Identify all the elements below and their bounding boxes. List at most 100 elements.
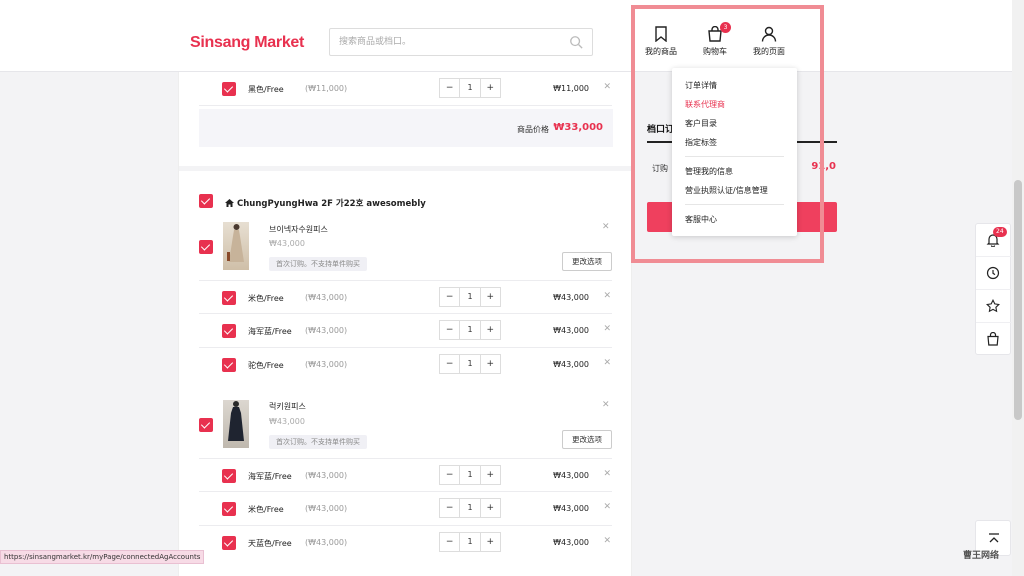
product-thumbnail[interactable] bbox=[223, 400, 249, 448]
product-title[interactable]: 브이넥자수원피스 bbox=[269, 224, 328, 235]
summary-total: 91,0 bbox=[811, 161, 836, 172]
my-page-dropdown: 订单详情 联系代理商 客户目录 指定标签 管理我的信息 营业执照认证/信息管理 … bbox=[672, 68, 797, 236]
dress-image bbox=[228, 401, 244, 441]
menu-item-customer-list[interactable]: 客户目录 bbox=[685, 118, 717, 129]
option-line-price: ₩11,000 bbox=[553, 84, 589, 93]
dress-image bbox=[227, 224, 244, 262]
menu-item-contact-agent[interactable]: 联系代理商 bbox=[685, 99, 725, 110]
close-icon[interactable]: ✕ bbox=[603, 291, 611, 301]
close-icon[interactable]: ✕ bbox=[603, 82, 611, 92]
product-checkbox[interactable] bbox=[199, 418, 213, 432]
minus-button[interactable]: − bbox=[440, 288, 459, 306]
menu-item-business-license[interactable]: 营业执照认证/信息管理 bbox=[685, 185, 768, 196]
option-name: 天蓝色/Free bbox=[248, 539, 292, 548]
plus-button[interactable]: + bbox=[481, 79, 500, 97]
subtotal-box: 商品价格 ₩33,000 bbox=[199, 109, 613, 147]
recent-history-button[interactable] bbox=[976, 257, 1012, 290]
menu-item-customer-service[interactable]: 客服中心 bbox=[685, 214, 717, 225]
page-scrollbar[interactable] bbox=[1012, 0, 1024, 576]
search-icon[interactable] bbox=[569, 35, 583, 49]
home-icon bbox=[225, 199, 234, 207]
nav-cart-label: 购物车 bbox=[703, 47, 727, 56]
quantity-stepper: −1 + bbox=[439, 465, 501, 485]
quantity-value[interactable]: 1 bbox=[459, 466, 481, 484]
option-line-price: ₩43,000 bbox=[553, 293, 589, 302]
option-checkbox[interactable] bbox=[222, 502, 236, 516]
menu-item-order-details[interactable]: 订单详情 bbox=[685, 80, 717, 91]
clock-icon bbox=[986, 266, 1000, 280]
change-option-button[interactable]: 更改选项 bbox=[562, 430, 612, 449]
option-checkbox[interactable] bbox=[222, 291, 236, 305]
minus-button[interactable]: − bbox=[440, 533, 459, 551]
option-line-price: ₩43,000 bbox=[553, 471, 589, 480]
plus-button[interactable]: + bbox=[481, 466, 500, 484]
search-box bbox=[329, 28, 593, 56]
sinsang-market-logo[interactable]: Sinsang Market bbox=[190, 34, 304, 52]
option-unit-price: (₩43,000) bbox=[305, 471, 348, 480]
cart-panel: 黑色/Free (₩11,000) − 1 + ₩11,000 ✕ 商品价格 ₩… bbox=[178, 72, 633, 576]
quantity-value[interactable]: 1 bbox=[459, 499, 481, 517]
option-name: 海军蓝/Free bbox=[248, 472, 292, 481]
minus-button[interactable]: − bbox=[440, 499, 459, 517]
menu-item-tags[interactable]: 指定标签 bbox=[685, 137, 717, 148]
watermark: 曹王网络 bbox=[963, 551, 1000, 561]
product-thumbnail[interactable] bbox=[223, 222, 249, 270]
option-checkbox[interactable] bbox=[222, 324, 236, 338]
quantity-value[interactable]: 1 bbox=[459, 355, 481, 373]
shopping-bag-button[interactable] bbox=[976, 323, 1012, 356]
store-name-line: ChungPyungHwa 2F 가22호 awesomebly bbox=[225, 197, 426, 209]
notifications-button[interactable]: 24 bbox=[976, 224, 1012, 257]
nav-cart[interactable]: 3 购物车 bbox=[690, 22, 740, 57]
top-header: Sinsang Market 我的商品 3 购物车 我的页面 bbox=[0, 0, 1012, 72]
plus-button[interactable]: + bbox=[481, 533, 500, 551]
quantity-value[interactable]: 1 bbox=[459, 288, 481, 306]
close-icon[interactable]: ✕ bbox=[603, 469, 611, 479]
product-checkbox[interactable] bbox=[199, 240, 213, 254]
option-checkbox[interactable] bbox=[222, 82, 236, 96]
option-checkbox[interactable] bbox=[222, 536, 236, 550]
store-checkbox[interactable] bbox=[199, 194, 213, 208]
close-icon[interactable]: ✕ bbox=[602, 222, 610, 232]
option-line-price: ₩43,000 bbox=[553, 360, 589, 369]
quantity-stepper: − 1 + bbox=[439, 78, 501, 98]
product-notice-tag: 首次订购。不支持单件购买 bbox=[269, 435, 367, 449]
close-icon[interactable]: ✕ bbox=[603, 358, 611, 368]
nav-my-products-label: 我的商品 bbox=[645, 47, 677, 56]
user-icon bbox=[761, 26, 777, 42]
minus-button[interactable]: − bbox=[440, 321, 459, 339]
close-icon[interactable]: ✕ bbox=[603, 502, 611, 512]
minus-button[interactable]: − bbox=[440, 355, 459, 373]
quantity-value[interactable]: 1 bbox=[459, 79, 481, 97]
product-price: ₩43,000 bbox=[269, 417, 305, 426]
close-icon[interactable]: ✕ bbox=[602, 400, 610, 410]
nav-my-page[interactable]: 我的页面 bbox=[744, 26, 794, 57]
close-icon[interactable]: ✕ bbox=[603, 536, 611, 546]
product-notice-tag: 首次订购。不支持单件购买 bbox=[269, 257, 367, 271]
plus-button[interactable]: + bbox=[481, 499, 500, 517]
option-line-price: ₩43,000 bbox=[553, 538, 589, 547]
option-unit-price: (₩43,000) bbox=[305, 293, 348, 302]
quantity-stepper: −1 + bbox=[439, 354, 501, 374]
product-title[interactable]: 럭키원피스 bbox=[269, 401, 306, 412]
change-option-button[interactable]: 更改选项 bbox=[562, 252, 612, 271]
option-name: 驼色/Free bbox=[248, 361, 284, 370]
option-checkbox[interactable] bbox=[222, 469, 236, 483]
plus-button[interactable]: + bbox=[481, 321, 500, 339]
cart-option-row: 海军蓝/Free (₩43,000) −1 + ₩43,000 ✕ bbox=[199, 314, 612, 348]
favorites-button[interactable] bbox=[976, 290, 1012, 323]
quantity-value[interactable]: 1 bbox=[459, 321, 481, 339]
shopping-bag-icon bbox=[987, 332, 999, 346]
close-icon[interactable]: ✕ bbox=[603, 324, 611, 334]
minus-button[interactable]: − bbox=[440, 466, 459, 484]
nav-my-products[interactable]: 我的商品 bbox=[636, 26, 686, 57]
plus-button[interactable]: + bbox=[481, 288, 500, 306]
search-input[interactable] bbox=[330, 29, 550, 55]
quantity-value[interactable]: 1 bbox=[459, 533, 481, 551]
menu-item-manage-info[interactable]: 管理我的信息 bbox=[685, 166, 733, 177]
plus-button[interactable]: + bbox=[481, 355, 500, 373]
option-unit-price: (₩43,000) bbox=[305, 538, 348, 547]
scrollbar-thumb[interactable] bbox=[1014, 180, 1022, 420]
option-checkbox[interactable] bbox=[222, 358, 236, 372]
star-icon bbox=[986, 299, 1000, 313]
minus-button[interactable]: − bbox=[440, 79, 459, 97]
